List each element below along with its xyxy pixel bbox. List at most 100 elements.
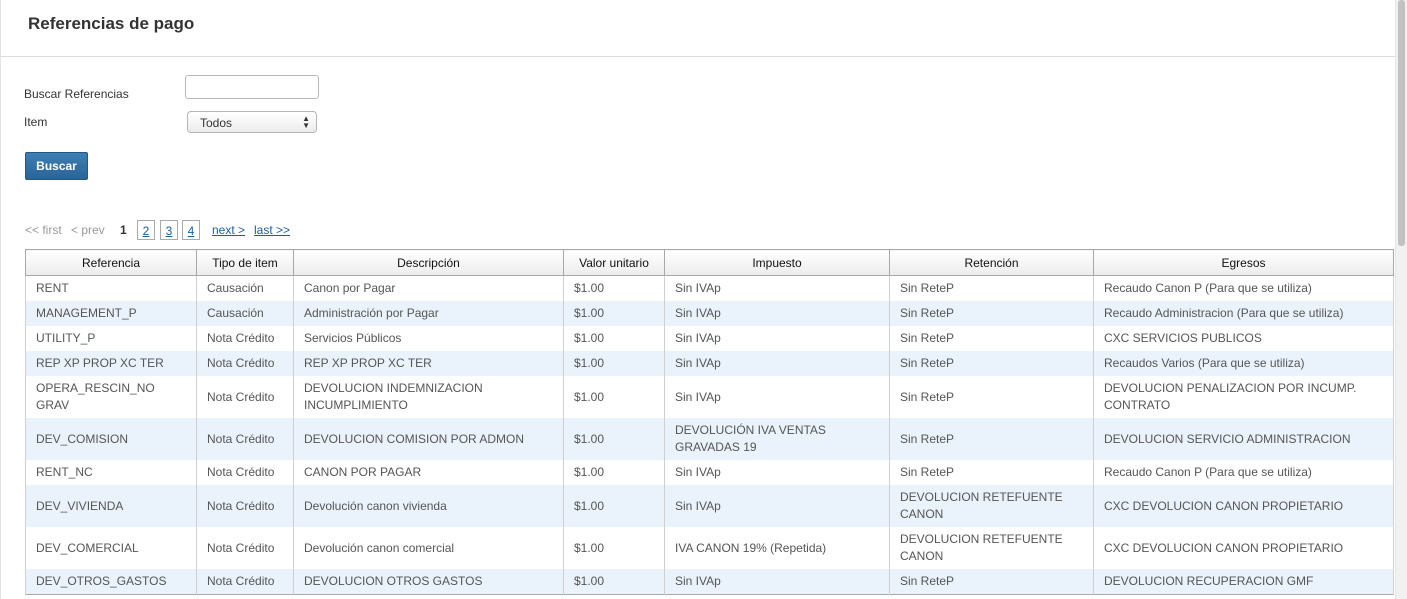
cell-tipo-item: Causación (196, 301, 294, 326)
cell-valor-unitario: $1.00 (563, 485, 665, 527)
cell-retencion: DEVOLUCION RETEFUENTE CANON (889, 527, 1094, 569)
pager-next[interactable]: next > (212, 220, 245, 240)
cell-descripcion: CANON POR PAGAR (293, 460, 564, 485)
cell-egresos: DEVOLUCION PENALIZACION POR INCUMP. CONT… (1093, 376, 1394, 418)
cell-tipo-item: Nota Crédito (196, 351, 294, 376)
cell-tipo-item: Nota Crédito (196, 460, 294, 485)
cell-referencia: DEV_OTROS_GASTOS (25, 569, 197, 595)
cell-impuesto: Sin IVAp (664, 301, 890, 326)
cell-tipo-item: Nota Crédito (196, 485, 294, 527)
pager-page-2[interactable]: 2 (137, 220, 155, 240)
cell-valor-unitario: $1.00 (563, 527, 665, 569)
scrollbar-thumb[interactable] (1398, 0, 1405, 246)
page-title: Referencias de pago (28, 14, 195, 33)
table-row[interactable]: REP XP PROP XC TER Nota Crédito REP XP P… (25, 351, 1394, 376)
table-row[interactable]: MANAGEMENT_P Causación Administración po… (25, 301, 1394, 326)
cell-valor-unitario: $1.00 (563, 351, 665, 376)
cell-impuesto: Sin IVAp (664, 326, 890, 351)
item-label: Item (24, 115, 48, 129)
references-table: Referencia Tipo de item Descripción Valo… (25, 249, 1394, 595)
table-row[interactable]: UTILITY_P Nota Crédito Servicios Público… (25, 326, 1394, 351)
cell-valor-unitario: $1.00 (563, 569, 665, 595)
cell-egresos: Recaudo Administracion (Para que se util… (1093, 301, 1394, 326)
cell-tipo-item: Causación (196, 275, 294, 301)
col-header-descripcion[interactable]: Descripción (293, 249, 564, 276)
cell-tipo-item: Nota Crédito (196, 376, 294, 418)
cell-egresos: CXC SERVICIOS PUBLICOS (1093, 326, 1394, 351)
cell-descripcion: Administración por Pagar (293, 301, 564, 326)
cell-egresos: DEVOLUCION RECUPERACION GMF (1093, 569, 1394, 595)
pager-prev: < prev (71, 223, 105, 237)
table-row[interactable]: RENT Causación Canon por Pagar $1.00 Sin… (25, 275, 1394, 301)
cell-descripcion: REP XP PROP XC TER (293, 351, 564, 376)
col-header-egresos[interactable]: Egresos (1093, 249, 1394, 276)
cell-descripcion: Canon por Pagar (293, 275, 564, 301)
cell-descripcion: Devolución canon comercial (293, 527, 564, 569)
table-row[interactable]: DEV_COMERCIAL Nota Crédito Devolución ca… (25, 527, 1394, 569)
cell-tipo-item: Nota Crédito (196, 418, 294, 460)
cell-retencion: Sin ReteP (889, 569, 1094, 595)
cell-valor-unitario: $1.00 (563, 275, 665, 301)
cell-retencion: Sin ReteP (889, 275, 1094, 301)
cell-referencia: OPERA_RESCIN_NO GRAV (25, 376, 197, 418)
cell-impuesto: IVA CANON 19% (Repetida) (664, 527, 890, 569)
col-header-tipo-item[interactable]: Tipo de item (196, 249, 294, 276)
search-button[interactable]: Buscar (25, 152, 88, 180)
cell-impuesto: Sin IVAp (664, 460, 890, 485)
cell-referencia: RENT_NC (25, 460, 197, 485)
cell-egresos: Recaudo Canon P (Para que se utiliza) (1093, 460, 1394, 485)
item-select[interactable]: Todos ▲ ▼ (187, 111, 317, 133)
search-references-input[interactable] (185, 75, 319, 99)
cell-impuesto: Sin IVAp (664, 351, 890, 376)
cell-retencion: Sin ReteP (889, 351, 1094, 376)
table-row[interactable]: RENT_NC Nota Crédito CANON POR PAGAR $1.… (25, 460, 1394, 485)
pager-last[interactable]: last >> (254, 220, 290, 240)
main-panel: Referencias de pago Buscar Referencias I… (0, 0, 1397, 599)
cell-descripcion: DEVOLUCION OTROS GASTOS (293, 569, 564, 595)
search-references-label: Buscar Referencias (24, 87, 129, 101)
col-header-referencia[interactable]: Referencia (25, 249, 197, 276)
pager-first: << first (25, 223, 62, 237)
cell-referencia: DEV_COMISION (25, 418, 197, 460)
cell-retencion: Sin ReteP (889, 301, 1094, 326)
cell-valor-unitario: $1.00 (563, 418, 665, 460)
cell-descripcion: Servicios Públicos (293, 326, 564, 351)
cell-egresos: CXC DEVOLUCION CANON PROPIETARIO (1093, 527, 1394, 569)
cell-retencion: Sin ReteP (889, 326, 1094, 351)
cell-impuesto: Sin IVAp (664, 569, 890, 595)
vertical-scrollbar[interactable] (1395, 0, 1407, 599)
table-row[interactable]: OPERA_RESCIN_NO GRAV Nota Crédito DEVOLU… (25, 376, 1394, 418)
cell-tipo-item: Nota Crédito (196, 326, 294, 351)
cell-tipo-item: Nota Crédito (196, 569, 294, 595)
col-header-valor-unitario[interactable]: Valor unitario (563, 249, 665, 276)
select-arrows-icon: ▲ ▼ (302, 114, 310, 130)
cell-referencia: UTILITY_P (25, 326, 197, 351)
col-header-impuesto[interactable]: Impuesto (664, 249, 890, 276)
cell-referencia: RENT (25, 275, 197, 301)
table-row[interactable]: DEV_COMISION Nota Crédito DEVOLUCION COM… (25, 418, 1394, 460)
cell-descripcion: Devolución canon vivienda (293, 485, 564, 527)
cell-referencia: DEV_VIVIENDA (25, 485, 197, 527)
cell-egresos: Recaudos Varios (Para que se utiliza) (1093, 351, 1394, 376)
cell-referencia: REP XP PROP XC TER (25, 351, 197, 376)
table-header-row: Referencia Tipo de item Descripción Valo… (25, 249, 1394, 276)
cell-referencia: DEV_COMERCIAL (25, 527, 197, 569)
table-row[interactable]: DEV_OTROS_GASTOS Nota Crédito DEVOLUCION… (25, 569, 1394, 595)
cell-retencion: Sin ReteP (889, 460, 1094, 485)
cell-retencion: Sin ReteP (889, 376, 1094, 418)
cell-retencion: Sin ReteP (889, 418, 1094, 460)
col-header-retencion[interactable]: Retención (889, 249, 1094, 276)
cell-referencia: MANAGEMENT_P (25, 301, 197, 326)
cell-impuesto: Sin IVAp (664, 485, 890, 527)
cell-retencion: DEVOLUCION RETEFUENTE CANON (889, 485, 1094, 527)
cell-tipo-item: Nota Crédito (196, 527, 294, 569)
cell-egresos: DEVOLUCION SERVICIO ADMINISTRACION (1093, 418, 1394, 460)
title-divider (1, 56, 1397, 57)
table-row[interactable]: DEV_VIVIENDA Nota Crédito Devolución can… (25, 485, 1394, 527)
item-select-value: Todos (200, 116, 233, 130)
cell-egresos: Recaudo Canon P (Para que se utiliza) (1093, 275, 1394, 301)
cell-valor-unitario: $1.00 (563, 326, 665, 351)
pager-page-3[interactable]: 3 (160, 220, 178, 240)
pager-page-4[interactable]: 4 (182, 220, 200, 240)
cell-valor-unitario: $1.00 (563, 301, 665, 326)
